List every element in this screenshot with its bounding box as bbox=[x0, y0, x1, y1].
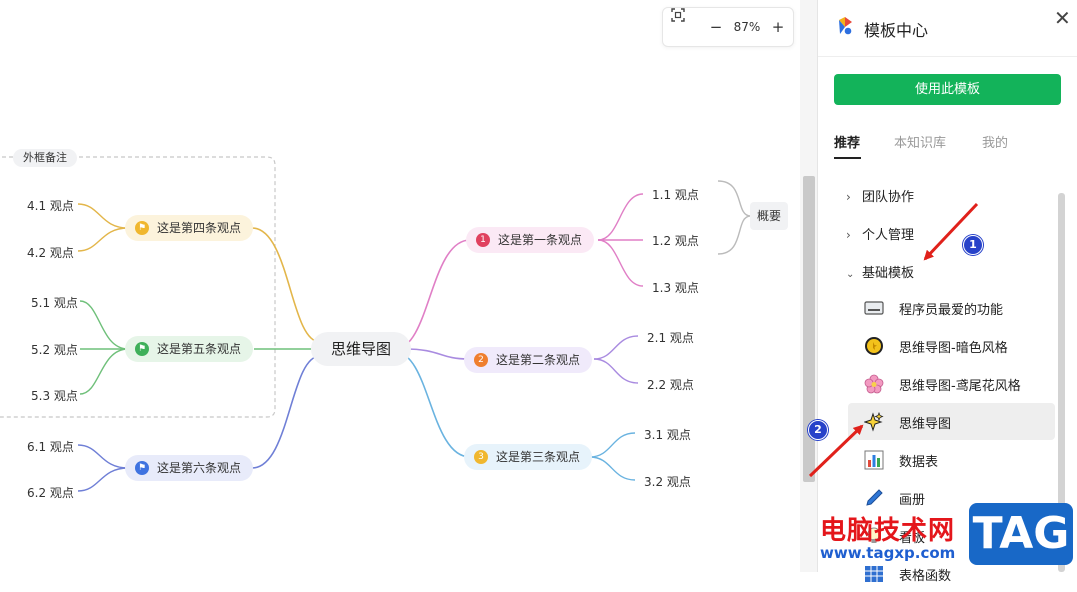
template-label: 思维导图-暗色风格 bbox=[899, 341, 1008, 356]
pen-icon bbox=[866, 489, 883, 506]
flower-icon bbox=[864, 374, 884, 394]
group-personal-management[interactable]: › 个人管理 bbox=[846, 224, 914, 243]
tab-recommended[interactable]: 推荐 bbox=[834, 132, 860, 151]
chevron-down-icon: ⌄ bbox=[846, 269, 855, 280]
step-badge-1: 1 bbox=[963, 235, 983, 255]
priority-1-icon: 1 bbox=[476, 232, 490, 247]
flag-icon: ⚑ bbox=[135, 220, 149, 235]
chevron-right-icon: › bbox=[846, 190, 851, 204]
watermark-tag-logo: TAG bbox=[969, 503, 1073, 565]
leaf-node[interactable]: 5.1 观点 bbox=[31, 294, 78, 311]
chevron-right-icon: › bbox=[846, 228, 851, 242]
outer-frame bbox=[0, 156, 276, 418]
branch-label: 这是第四条观点 bbox=[157, 221, 242, 235]
template-label: 数据表 bbox=[899, 455, 939, 470]
mindmap-root-node[interactable]: 思维导图 bbox=[311, 332, 411, 366]
branch-node-5[interactable]: ⚑ 这是第五条观点 bbox=[125, 336, 254, 362]
template-label: 思维导图-鸢尾花风格 bbox=[899, 379, 1021, 394]
template-center-logo-icon bbox=[839, 17, 852, 35]
template-item[interactable]: 思维导图-鸢尾花风格 bbox=[848, 365, 1055, 402]
group-team-collaboration[interactable]: › 团队协作 bbox=[846, 186, 914, 205]
leaf-node[interactable]: 3.2 观点 bbox=[644, 473, 691, 490]
frame-note-label[interactable]: 外框备注 bbox=[13, 149, 77, 167]
flag-icon: ⚑ bbox=[135, 341, 149, 356]
keyboard-icon bbox=[864, 301, 884, 315]
leaf-node[interactable]: 4.2 观点 bbox=[27, 244, 74, 261]
priority-3-icon: 3 bbox=[474, 449, 488, 464]
sparkle-icon bbox=[864, 412, 884, 432]
watermark-text: 电脑技术网 bbox=[820, 516, 956, 546]
leaf-node[interactable]: 2.2 观点 bbox=[647, 376, 694, 393]
close-icon[interactable]: ✕ bbox=[1054, 6, 1071, 30]
watermark-url: www.tagxp.com bbox=[820, 544, 956, 562]
step-badge-2: 2 bbox=[808, 420, 828, 440]
panel-title: 模板中心 bbox=[864, 21, 929, 40]
zoom-level: 87% bbox=[733, 20, 761, 34]
panel-divider bbox=[818, 56, 1077, 57]
template-item[interactable]: 数据表 bbox=[848, 441, 1055, 478]
leaf-node[interactable]: 4.1 观点 bbox=[27, 197, 74, 214]
leaf-node[interactable]: 5.3 观点 bbox=[31, 387, 78, 404]
template-label: 表格函数 bbox=[899, 569, 952, 584]
zoom-toolbar: − 87% + bbox=[662, 7, 794, 47]
leaf-node[interactable]: 5.2 观点 bbox=[31, 341, 78, 358]
leaf-node[interactable]: 1.2 观点 bbox=[652, 232, 699, 249]
template-item[interactable]: 思维导图-暗色风格 bbox=[848, 327, 1055, 364]
leaf-node[interactable]: 1.1 观点 bbox=[652, 186, 699, 203]
summary-node[interactable]: 概要 bbox=[750, 202, 788, 230]
branch-node-3[interactable]: 3 这是第三条观点 bbox=[464, 444, 593, 470]
template-item[interactable]: 程序员最爱的功能 bbox=[848, 289, 1055, 326]
bar-chart-icon bbox=[864, 450, 884, 470]
leaf-node[interactable]: 6.1 观点 bbox=[27, 438, 74, 455]
active-tab-indicator bbox=[834, 157, 861, 159]
template-label: 程序员最爱的功能 bbox=[899, 303, 1004, 318]
leaf-node[interactable]: 1.3 观点 bbox=[652, 279, 699, 296]
use-template-button[interactable]: 使用此模板 bbox=[834, 74, 1061, 105]
mindmap-canvas[interactable]: 外框备注 思维导图 1 这是第一条观点 2 这是第二条观点 3 这是第三条观点 ⚑ 这是… bbox=[0, 0, 800, 572]
branch-node-4[interactable]: ⚑ 这是第四条观点 bbox=[125, 215, 254, 241]
flag-icon: ⚑ bbox=[135, 460, 149, 475]
branch-label: 这是第三条观点 bbox=[496, 450, 581, 464]
branch-label: 这是第一条观点 bbox=[498, 233, 583, 247]
group-label: 团队协作 bbox=[862, 190, 915, 205]
branch-node-2[interactable]: 2 这是第二条观点 bbox=[464, 347, 593, 373]
table-icon bbox=[865, 566, 883, 582]
priority-2-icon: 2 bbox=[474, 352, 488, 367]
branch-node-1[interactable]: 1 这是第一条观点 bbox=[466, 227, 595, 253]
group-label: 个人管理 bbox=[862, 228, 915, 243]
zoom-out-button[interactable]: − bbox=[705, 8, 727, 46]
branch-label: 这是第六条观点 bbox=[157, 461, 242, 475]
template-label: 画册 bbox=[899, 493, 926, 508]
tab-mine[interactable]: 我的 bbox=[982, 132, 1008, 151]
group-basic-templates[interactable]: ⌄ 基础模板 bbox=[846, 262, 914, 281]
leaf-node[interactable]: 3.1 观点 bbox=[644, 426, 691, 443]
moon-icon bbox=[865, 337, 883, 355]
branch-node-6[interactable]: ⚑ 这是第六条观点 bbox=[125, 455, 254, 481]
leaf-node[interactable]: 6.2 观点 bbox=[27, 484, 74, 501]
branch-label: 这是第五条观点 bbox=[157, 342, 242, 356]
zoom-in-button[interactable]: + bbox=[767, 8, 789, 46]
branch-label: 这是第二条观点 bbox=[496, 353, 581, 367]
template-center-panel: 模板中心 ✕ 使用此模板 推荐 本知识库 我的 › 团队协作 › 个人管理 ⌄ 基础模… bbox=[817, 0, 1077, 584]
template-label: 思维导图 bbox=[899, 417, 952, 432]
group-label: 基础模板 bbox=[862, 266, 915, 281]
template-item-selected[interactable]: 思维导图 bbox=[848, 403, 1055, 440]
tab-this-knowledge-base[interactable]: 本知识库 bbox=[894, 132, 946, 151]
leaf-node[interactable]: 2.1 观点 bbox=[647, 329, 694, 346]
fit-screen-icon[interactable] bbox=[671, 8, 693, 46]
